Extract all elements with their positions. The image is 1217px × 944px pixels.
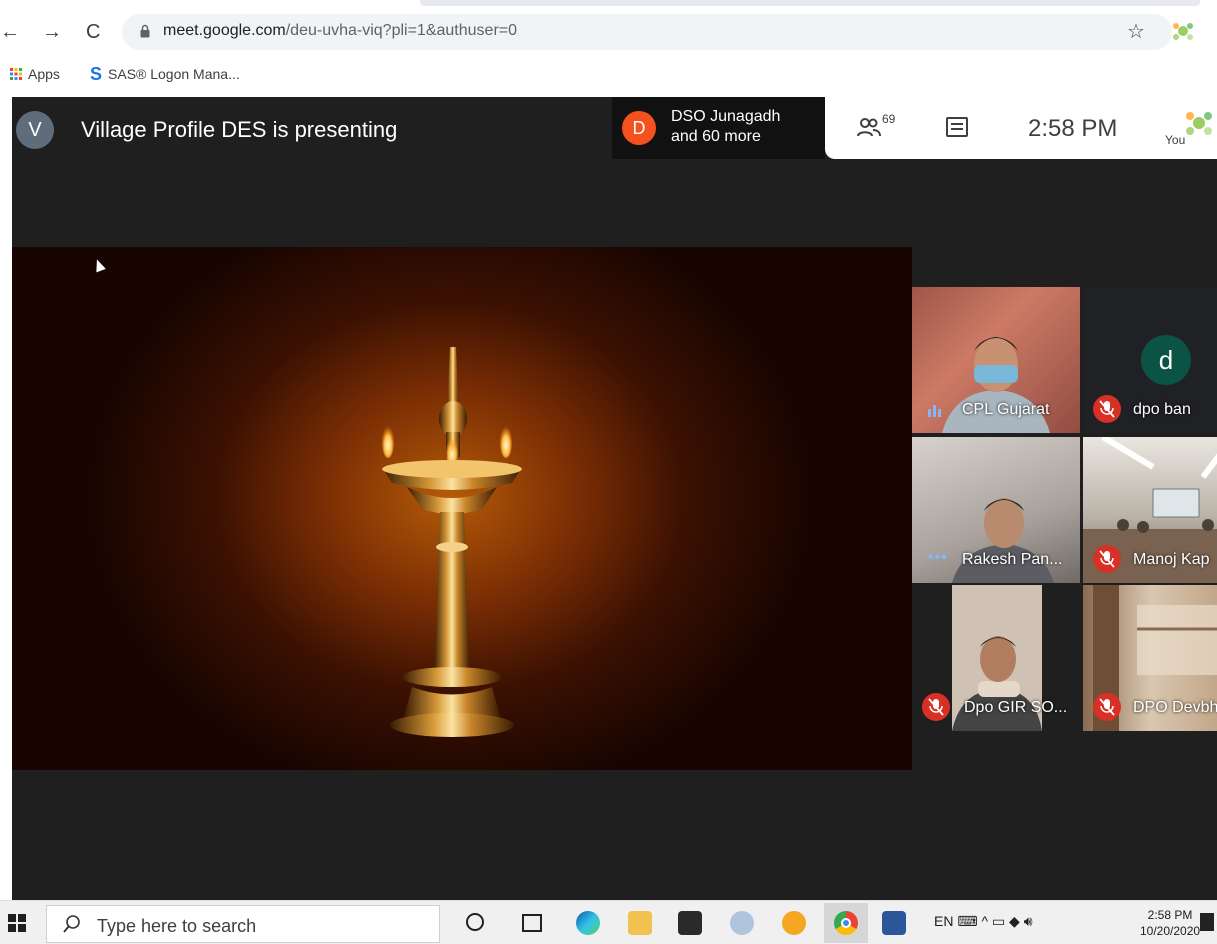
participant-tile[interactable]: Manoj Kap [1083, 437, 1217, 583]
search-icon [63, 915, 80, 933]
participant-name: Dpo GIR SO... [964, 699, 1068, 716]
word-icon[interactable] [882, 911, 906, 935]
self-view-icon[interactable] [1183, 107, 1215, 139]
participant-avatar: d [1141, 335, 1191, 385]
back-icon[interactable]: ← [0, 20, 20, 44]
taskbar-search-box[interactable]: Type here to search [46, 905, 440, 943]
reload-icon[interactable]: C [86, 20, 100, 44]
more-options-icon[interactable]: ••• [928, 549, 948, 567]
clock-time: 2:58 PM [1147, 908, 1193, 922]
chat-icon[interactable] [946, 117, 968, 137]
volume-icon[interactable]: 🔊︎ [1024, 913, 1033, 929]
store-icon[interactable] [678, 911, 702, 935]
participant-tile[interactable]: Dpo GIR SO... [912, 585, 1080, 731]
task-view-icon[interactable] [522, 914, 542, 932]
participant-tile[interactable]: CPL Gujarat [912, 287, 1080, 433]
sas-logo-icon: S [90, 64, 103, 84]
presenter-bar: V Village Profile DES is presenting [12, 97, 612, 159]
participant-tile[interactable]: d dpo ban [1083, 287, 1217, 433]
participant-name: DPO Devbh [1133, 699, 1217, 716]
participant-tile[interactable]: DPO Devbh [1083, 585, 1217, 731]
clock-date: 10/20/2020 [1140, 924, 1201, 938]
system-tray: EN ⌨ ^ ▭ ◆ 🔊︎ [934, 913, 1033, 930]
show-hidden-icons-chevron-icon[interactable]: ^ [981, 913, 991, 929]
participant-avatar: D [622, 111, 656, 145]
bookmark-label: SAS® Logon Mana... [108, 66, 240, 82]
lock-icon[interactable] [140, 24, 150, 38]
edge-icon[interactable] [576, 911, 600, 935]
participants-line1: DSO Junagadh [671, 108, 781, 125]
muted-mic-icon [1093, 545, 1121, 573]
participant-name: Manoj Kap [1133, 551, 1210, 568]
extension-icon[interactable] [1170, 18, 1196, 44]
apps-grid-icon [10, 68, 22, 80]
meet-top-controls: 69 2:58 PM You [825, 97, 1217, 159]
people-icon[interactable] [857, 117, 881, 139]
security-icon[interactable]: ◆ [1009, 913, 1024, 929]
speaking-indicator-icon [928, 403, 942, 417]
bookmark-apps[interactable]: Apps [10, 66, 60, 82]
keyboard-icon[interactable]: ⌨ [957, 913, 981, 929]
bookmark-star-icon[interactable]: ☆ [1127, 19, 1145, 44]
chrome-icon[interactable] [824, 903, 868, 943]
participant-name: dpo ban [1133, 401, 1191, 418]
participant-tile[interactable]: ••• Rakesh Pan... [912, 437, 1080, 583]
windows-taskbar: Type here to search EN ⌨ ^ ▭ ◆ 🔊︎ 2:58 P… [0, 900, 1217, 944]
muted-mic-icon [922, 693, 950, 721]
browser-chrome: ← → C meet.google.com/deu-uvha-viq?pli=1… [0, 0, 1217, 97]
bookmark-label: Apps [28, 66, 60, 82]
bookmark-sas[interactable]: S SAS® Logon Mana... [90, 64, 240, 84]
meeting-clock: 2:58 PM [1028, 115, 1118, 142]
url-text[interactable]: meet.google.com/deu-uvha-viq?pli=1&authu… [163, 22, 517, 40]
participants-line2: and 60 more [671, 128, 761, 145]
people-count: 69 [882, 112, 896, 126]
paint-icon[interactable] [730, 911, 754, 935]
search-placeholder: Type here to search [97, 916, 257, 936]
presentation-slide [12, 247, 912, 770]
network-icon[interactable]: ▭ [992, 913, 1009, 929]
bookmarks-bar: Apps S SAS® Logon Mana... [0, 58, 1217, 88]
file-explorer-icon[interactable] [628, 911, 652, 935]
presenter-avatar: V [16, 111, 54, 149]
brass-lamp-image [382, 347, 522, 737]
tab-strip-edge [420, 0, 1200, 6]
presenting-label: Village Profile DES is presenting [81, 117, 398, 142]
participant-name: CPL Gujarat [962, 401, 1050, 418]
taskbar-clock[interactable]: 2:58 PM 10/20/2020 [1140, 907, 1200, 939]
windows-start-icon[interactable] [8, 914, 26, 932]
notifications-icon[interactable] [1200, 913, 1214, 931]
participants-chip[interactable]: D DSO Junagadh and 60 more [612, 97, 825, 159]
forward-icon[interactable]: → [42, 20, 62, 44]
participants-summary: DSO Junagadh and 60 more [671, 107, 780, 147]
muted-mic-icon [1093, 693, 1121, 721]
participant-name: Rakesh Pan... [962, 551, 1063, 568]
language-indicator[interactable]: EN [934, 913, 953, 929]
meet-stage: V Village Profile DES is presenting D DS… [12, 97, 1217, 900]
muted-mic-icon [1093, 395, 1121, 423]
browser-app-icon[interactable] [782, 911, 806, 935]
cortana-icon[interactable] [466, 913, 484, 931]
